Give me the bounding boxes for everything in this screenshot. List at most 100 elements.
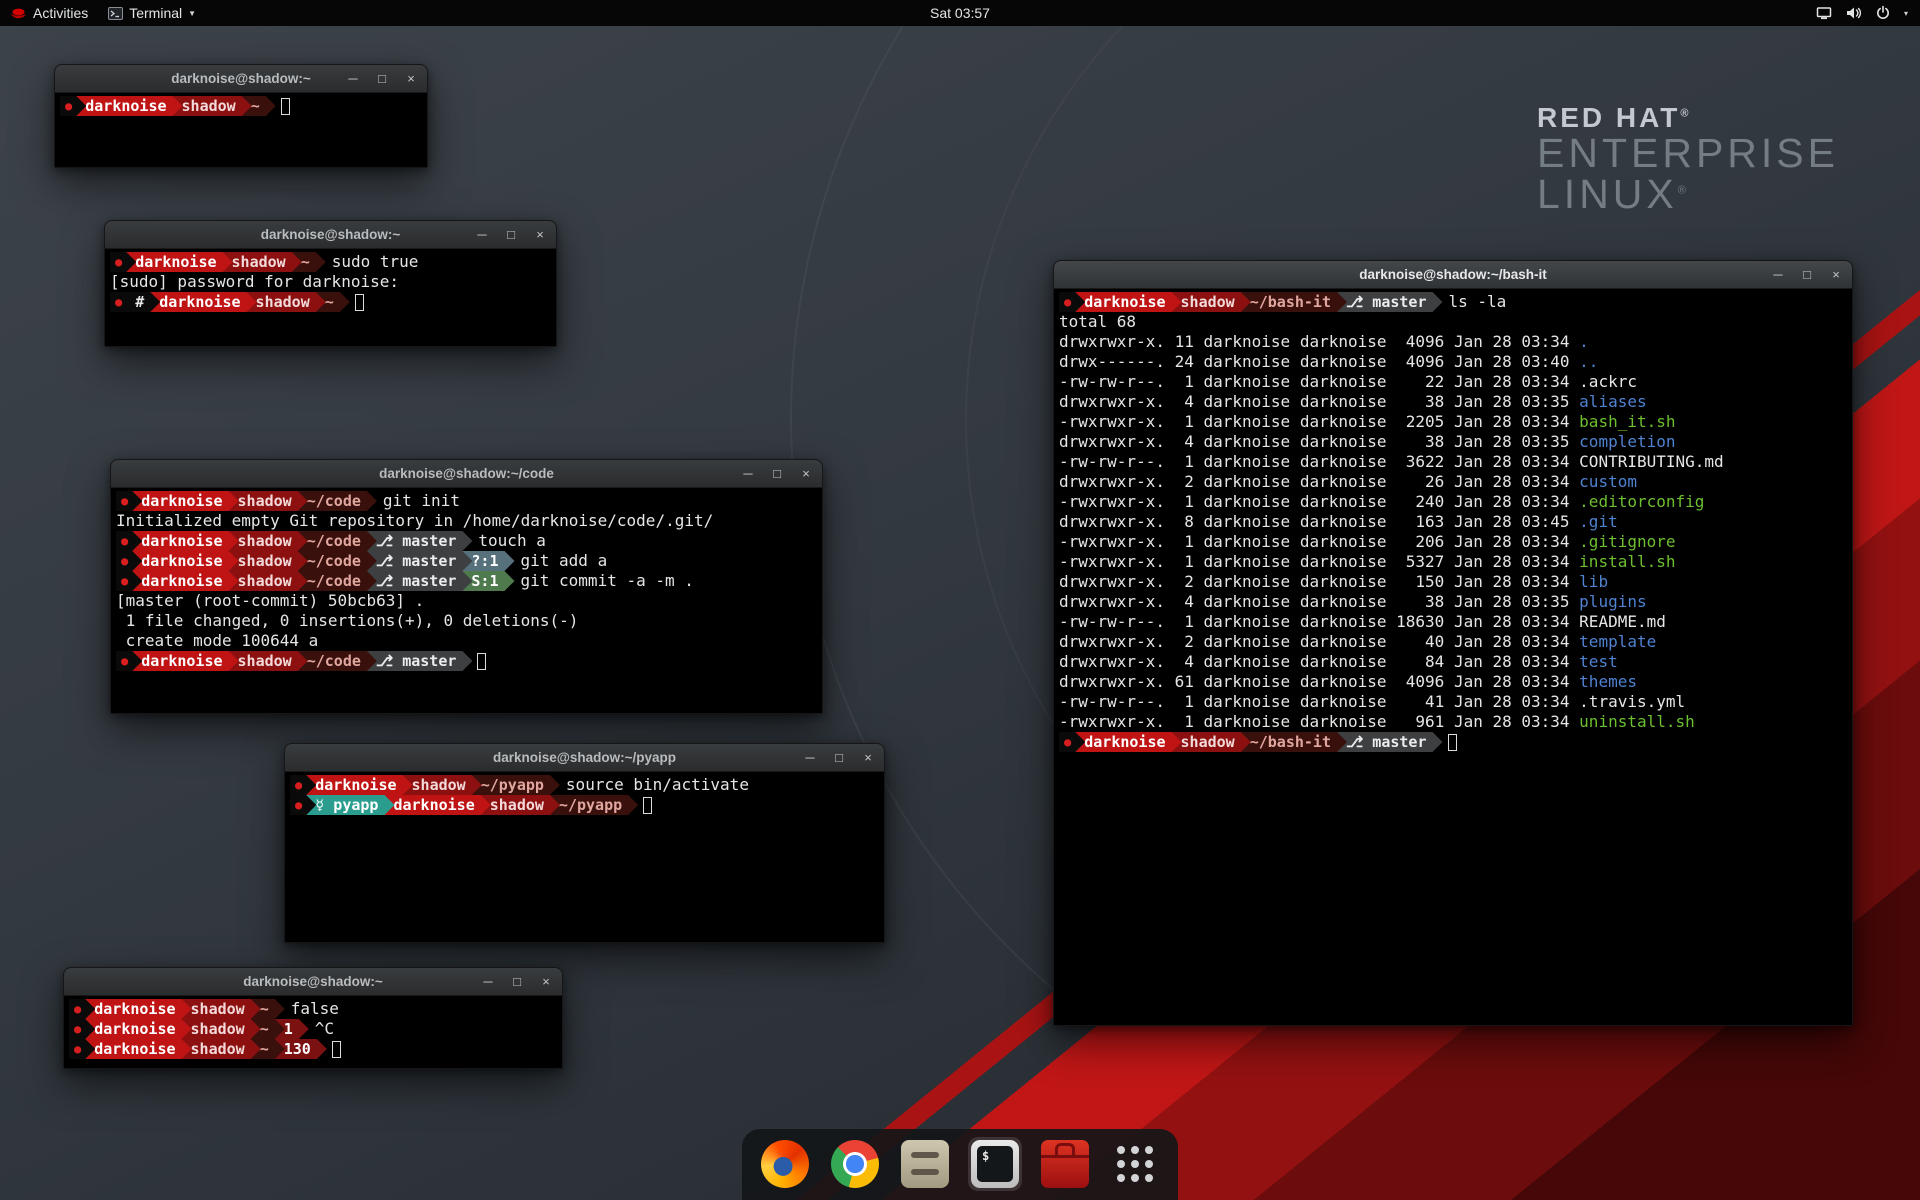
window-controls: ─ □ × <box>346 65 418 92</box>
terminal-line: drwxrwxr-x. 4 darknoise darknoise 38 Jan… <box>1059 432 1847 452</box>
maximize-button[interactable]: □ <box>375 71 389 86</box>
firefox-dock-item[interactable] <box>758 1137 812 1191</box>
close-button[interactable]: × <box>404 71 418 86</box>
terminal-line: drwxrwxr-x. 2 darknoise darknoise 40 Jan… <box>1059 632 1847 652</box>
terminal-text: drwxrwxr-x. 4 darknoise darknoise 38 Jan… <box>1059 592 1579 612</box>
terminal-line: -rwxrwxr-x. 1 darknoise darknoise 206 Ja… <box>1059 532 1847 552</box>
command-text: touch a <box>478 531 545 551</box>
terminal-cursor <box>1448 734 1457 751</box>
prompt-host-segment: shadow <box>403 775 482 795</box>
file-name: plugins <box>1579 592 1646 612</box>
terminal-line: ●#darknoiseshadow~ <box>110 292 551 312</box>
window-titlebar[interactable]: darknoise@shadow:~/bash-it─□× <box>1054 261 1852 289</box>
terminal-text: drwxrwxr-x. 4 darknoise darknoise 84 Jan… <box>1059 652 1579 672</box>
clock[interactable]: Sat 03:57 <box>920 0 1000 26</box>
app-menu-terminal[interactable]: Terminal ▼ <box>98 0 206 26</box>
file-name: lib <box>1579 572 1608 592</box>
minimize-button[interactable]: ─ <box>803 750 817 765</box>
file-name: completion <box>1579 432 1675 452</box>
terminal-line: -rw-rw-r--. 1 darknoise darknoise 18630 … <box>1059 612 1847 632</box>
terminal-body[interactable]: ●darknoiseshadow~/pyappsource bin/activa… <box>285 772 884 818</box>
windows-layer: darknoise@shadow:~─□×●darknoiseshadow~da… <box>0 0 1920 1200</box>
app-grid-dock-item[interactable] <box>1108 1137 1162 1191</box>
terminal-text: create mode 100644 a <box>116 631 318 651</box>
close-button[interactable]: × <box>539 974 553 989</box>
prompt-venv-segment: ☿ pyapp <box>306 795 394 815</box>
terminal-dock-item[interactable] <box>968 1137 1022 1191</box>
prompt-git-segment: ⎇ master <box>1337 292 1443 312</box>
terminal-text: drwxrwxr-x. 8 darknoise darknoise 163 Ja… <box>1059 512 1579 532</box>
terminal-window: darknoise@shadow:~/code─□×●darknoiseshad… <box>110 459 823 714</box>
file-name: .git <box>1579 512 1618 532</box>
terminal-text: total 68 <box>1059 312 1136 332</box>
terminal-line: ●darknoiseshadow~false <box>69 999 557 1019</box>
file-name: themes <box>1579 672 1637 692</box>
app-menu-label: Terminal <box>129 5 182 21</box>
window-titlebar[interactable]: darknoise@shadow:~ ─ □ × <box>55 65 427 93</box>
maximize-button[interactable]: □ <box>504 227 518 242</box>
activities-button[interactable]: Activities <box>0 0 98 26</box>
terminal-line: ●darknoiseshadow~/bash-it⎇ masterls -la <box>1059 292 1847 312</box>
window-titlebar[interactable]: darknoise@shadow:~/pyapp─□× <box>285 744 884 772</box>
prompt-user-segment: darknoise <box>306 775 412 795</box>
terminal-body[interactable]: ●darknoiseshadow~ <box>55 93 427 119</box>
terminal-body[interactable]: ●darknoiseshadow~/codegit initInitialize… <box>111 488 822 674</box>
file-name: README.md <box>1579 612 1666 632</box>
terminal-line: Initialized empty Git repository in /hom… <box>116 511 817 531</box>
close-button[interactable]: × <box>1829 267 1843 282</box>
prompt-path-segment: ~/pyapp <box>550 795 638 815</box>
file-name: test <box>1579 652 1618 672</box>
window-titlebar[interactable]: darknoise@shadow:~─□× <box>105 221 556 249</box>
toolbox-icon <box>1041 1140 1089 1188</box>
minimize-button[interactable]: ─ <box>741 466 755 481</box>
minimize-button[interactable]: ─ <box>481 974 495 989</box>
maximize-button[interactable]: □ <box>510 974 524 989</box>
prompt-host-segment: shadow <box>1172 732 1251 752</box>
window-titlebar[interactable]: darknoise@shadow:~/code─□× <box>111 460 822 488</box>
chevron-down-icon: ▾ <box>1904 9 1908 18</box>
command-text: source bin/activate <box>566 775 749 795</box>
close-button[interactable]: × <box>799 466 813 481</box>
files-dock-item[interactable] <box>898 1137 952 1191</box>
terminal-text: -rwxrwxr-x. 1 darknoise darknoise 5327 J… <box>1059 552 1579 572</box>
minimize-button[interactable]: ─ <box>1771 267 1785 282</box>
toolbox-dock-item[interactable] <box>1038 1137 1092 1191</box>
terminal-window: darknoise@shadow:~ ─ □ × ●darknoiseshadow~ <box>54 64 428 168</box>
terminal-text: -rwxrwxr-x. 1 darknoise darknoise 240 Ja… <box>1059 492 1579 512</box>
files-icon <box>901 1140 949 1188</box>
terminal-line: ●darknoiseshadow~/code⎇ master <box>116 651 817 671</box>
terminal-line: drwx------. 24 darknoise darknoise 4096 … <box>1059 352 1847 372</box>
terminal-text: drwxrwxr-x. 2 darknoise darknoise 150 Ja… <box>1059 572 1579 592</box>
maximize-button[interactable]: □ <box>770 466 784 481</box>
system-status-area[interactable]: ▾ <box>1804 0 1920 26</box>
window-controls: ─ □ × <box>803 744 875 771</box>
prompt-user-segment: darknoise <box>150 292 256 312</box>
maximize-button[interactable]: □ <box>1800 267 1814 282</box>
minimize-button[interactable]: ─ <box>475 227 489 242</box>
prompt-path-segment: ~/code <box>298 531 377 551</box>
firefox-icon <box>761 1140 809 1188</box>
dock <box>742 1129 1178 1200</box>
terminal-line: [sudo] password for darknoise: <box>110 272 551 292</box>
window-title: darknoise@shadow:~ <box>171 71 311 86</box>
power-icon <box>1875 5 1891 21</box>
terminal-line: drwxrwxr-x. 4 darknoise darknoise 38 Jan… <box>1059 592 1847 612</box>
terminal-text: drwx------. 24 darknoise darknoise 4096 … <box>1059 352 1579 372</box>
maximize-button[interactable]: □ <box>832 750 846 765</box>
terminal-text: drwxrwxr-x. 4 darknoise darknoise 38 Jan… <box>1059 432 1579 452</box>
file-name: .. <box>1579 352 1598 372</box>
file-name: CONTRIBUTING.md <box>1579 452 1724 472</box>
terminal-line: drwxrwxr-x. 11 darknoise darknoise 4096 … <box>1059 332 1847 352</box>
network-icon <box>1816 5 1832 21</box>
terminal-body[interactable]: ●darknoiseshadow~false●darknoiseshadow~1… <box>64 996 562 1062</box>
prompt-host-segment: shadow <box>229 551 308 571</box>
prompt-host-segment: shadow <box>173 96 252 116</box>
terminal-body[interactable]: ●darknoiseshadow~/bash-it⎇ masterls -lat… <box>1054 289 1852 755</box>
chrome-dock-item[interactable] <box>828 1137 882 1191</box>
close-button[interactable]: × <box>861 750 875 765</box>
window-titlebar[interactable]: darknoise@shadow:~─□× <box>64 968 562 996</box>
minimize-button[interactable]: ─ <box>346 71 360 86</box>
close-button[interactable]: × <box>533 227 547 242</box>
terminal-body[interactable]: ●darknoiseshadow~sudo true[sudo] passwor… <box>105 249 556 315</box>
terminal-line: ●darknoiseshadow~sudo true <box>110 252 551 272</box>
